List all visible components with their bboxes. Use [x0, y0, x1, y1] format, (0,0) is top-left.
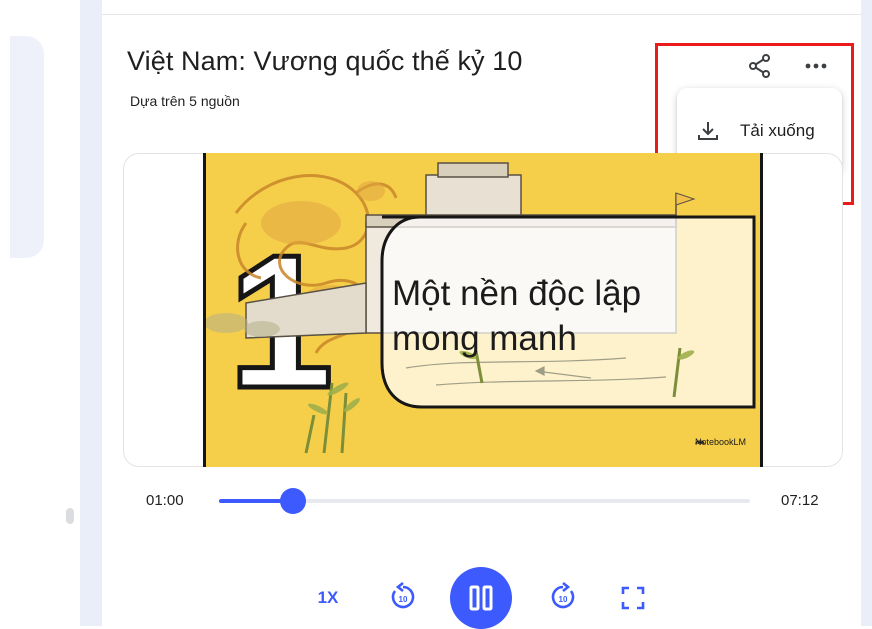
- video-frame[interactable]: 1: [203, 153, 763, 467]
- progress-thumb[interactable]: [279, 488, 306, 514]
- panel-resize-handle[interactable]: [66, 508, 74, 524]
- forward-10-icon: 10: [551, 582, 575, 609]
- left-panel-card[interactable]: [10, 36, 44, 258]
- progress-slider[interactable]: [219, 488, 750, 514]
- video-title: Việt Nam: Vương quốc thế kỷ 10: [127, 46, 523, 76]
- sources-caption: Dựa trên 5 nguồn: [130, 93, 240, 109]
- panel-border-left: [80, 0, 102, 626]
- forward-10-button[interactable]: 10: [546, 580, 580, 614]
- slide-title-line: Một nền độc lập: [392, 274, 642, 313]
- playback-speed-button[interactable]: 1X: [310, 585, 346, 611]
- watermark-badge: NotebookLM: [695, 437, 746, 447]
- replay-10-icon: 10: [391, 582, 415, 609]
- pause-icon: [469, 585, 493, 611]
- current-time: 01:00: [146, 492, 184, 509]
- panel-border-right: [861, 0, 872, 626]
- forward-seconds-label: 10: [559, 595, 568, 604]
- slide-title: Một nền độc lập mong manh: [392, 271, 641, 361]
- rewind-10-button[interactable]: 10: [386, 580, 420, 614]
- rewind-seconds-label: 10: [399, 595, 408, 604]
- notebooklm-logo-icon: [695, 440, 705, 445]
- fullscreen-button[interactable]: [618, 583, 648, 613]
- pause-button[interactable]: [450, 567, 512, 629]
- fullscreen-icon: [621, 586, 645, 610]
- total-time: 07:12: [781, 492, 819, 509]
- divider: [102, 14, 861, 15]
- slide-title-line: mong manh: [392, 319, 577, 358]
